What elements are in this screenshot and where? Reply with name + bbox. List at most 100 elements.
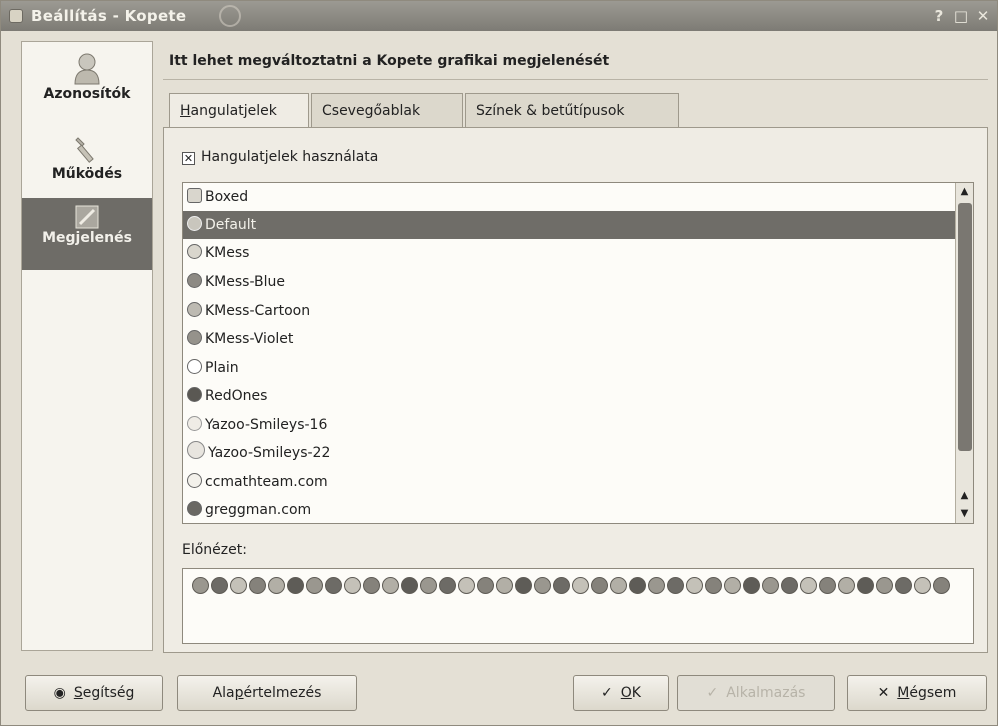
preview-emoticon-icon [401,577,418,594]
tab-chat-window[interactable]: Csevegőablak [311,93,463,127]
list-item-label: ccmathteam.com [205,474,328,490]
list-item[interactable]: KMess-Cartoon [183,297,957,325]
preview-emoticon-icon [458,577,475,594]
defaults-button[interactable]: Alapértelmezés [177,675,357,711]
preview-emoticon-icon [933,577,950,594]
tab-colors-fonts[interactable]: Színek & betűtípusok [465,93,679,127]
preview-emoticon-icon [838,577,855,594]
list-item[interactable]: KMess [183,239,957,267]
preview-emoticon-icon [553,577,570,594]
tab-label-mnemonic: H [180,103,191,119]
preview-emoticon-icon [230,577,247,594]
emoticon-icon [187,188,202,203]
cancel-button[interactable]: ✕ Mégsem [847,675,987,711]
emoticons-panel: ✕ Hangulatjelek használata Boxed Default … [163,127,988,653]
close-icon[interactable]: ✕ [973,6,993,26]
checkbox-label: angulatjelek használata [211,149,379,165]
preview-emoticon-icon [496,577,513,594]
use-emoticons-checkbox[interactable]: ✕ [182,152,195,165]
scroll-up-icon[interactable]: ▲ [956,183,973,201]
preview-emoticon-icon [705,577,722,594]
preview-emoticon-icon [192,577,209,594]
list-item-label: KMess [205,245,250,261]
preview-emoticon-icon [610,577,627,594]
button-label: égsem [909,685,957,701]
tab-emoticons[interactable]: Hangulatjelek [169,93,309,129]
wrench-icon [75,137,94,163]
sidebar-item-appearance[interactable]: Megjelenés [22,198,152,270]
preview-emoticon-icon [591,577,608,594]
apply-button[interactable]: ✓ Alkalmazás [677,675,835,711]
list-item-label: greggman.com [205,502,312,518]
x-icon: ✕ [877,685,890,701]
preview-emoticon-icon [762,577,779,594]
app-icon [9,9,23,23]
preview-emoticon-icon [800,577,817,594]
preview-emoticon-icon [306,577,323,594]
scroll-up-icon[interactable]: ▲ [956,487,973,505]
preview-label: Előnézet: [182,542,247,558]
emoticon-icon [187,416,202,431]
list-item[interactable]: Default [183,211,957,239]
list-item-label: Yazoo-Smileys-22 [208,445,331,461]
list-item[interactable]: KMess-Violet [183,325,957,353]
check-icon: ✓ [601,685,613,701]
scroll-down-icon[interactable]: ▼ [956,505,973,523]
preview-emoticon-icon [857,577,874,594]
check-icon: ✓ [706,685,719,701]
list-item[interactable]: ccmathteam.com [183,468,957,496]
preview-emoticon-icon [439,577,456,594]
list-item[interactable]: Yazoo-Smileys-22 [183,439,957,467]
use-emoticons-option[interactable]: ✕ Hangulatjelek használata [182,149,378,165]
list-scrollbar[interactable]: ▲ ▲ ▼ [955,183,973,523]
sidebar-item-behavior[interactable]: Működés [22,134,152,196]
title-bar[interactable]: Beállítás - Kopete ? □ ✕ [1,1,997,31]
list-item-label: Plain [205,360,239,376]
preview-emoticon-icon [363,577,380,594]
kopete-logo-icon [219,5,241,27]
button-label: egítség [82,685,135,701]
settings-sidebar: Azonosítók Működés Megjelenés [21,41,153,651]
ok-button[interactable]: ✓ OK [573,675,669,711]
list-item-label: Boxed [205,189,249,205]
preview-emoticon-icon [876,577,893,594]
preview-emoticon-icon [249,577,266,594]
list-item[interactable]: Plain [183,354,957,382]
list-item[interactable]: KMess-Blue [183,268,957,296]
list-item[interactable]: Yazoo-Smileys-16 [183,411,957,439]
button-label: értelmezés [243,685,322,701]
emoticon-icon [187,330,202,345]
sidebar-item-identities[interactable]: Azonosítók [22,52,152,128]
preview-emoticon-icon [648,577,665,594]
emoticon-icon [187,473,202,488]
help-button[interactable]: ◉ Segítség [25,675,163,711]
preview-emoticon-icon [686,577,703,594]
emoticon-icon [187,387,202,402]
sidebar-item-label: Működés [51,166,123,182]
tab-label: Csevegőablak [322,103,421,119]
preview-emoticon-icon [667,577,684,594]
settings-window: Beállítás - Kopete ? □ ✕ Azonosítók Műkö… [0,0,998,726]
tab-label: Színek & betűtípusok [476,103,625,119]
list-item[interactable]: Boxed [183,183,957,211]
sidebar-item-label: Megjelenés [42,230,132,246]
button-mnemonic: p [234,685,244,701]
preview-emoticon-icon [515,577,532,594]
preview-emoticon-icon [572,577,589,594]
scrollbar-thumb[interactable] [958,203,972,451]
sidebar-item-label: Azonosítók [43,86,131,102]
preview-emoticon-icon [724,577,741,594]
list-item[interactable]: greggman.com [183,496,957,523]
preview-emoticon-icon [382,577,399,594]
maximize-icon[interactable]: □ [951,6,971,26]
list-item[interactable]: RedOnes [183,382,957,410]
preview-emoticon-icon [211,577,228,594]
list-item-label: Default [205,217,257,233]
preview-emoticon-icon [477,577,494,594]
page-title: Itt lehet megváltoztatni a Kopete grafik… [169,53,610,69]
button-mnemonic: O [620,685,632,701]
emoticon-icon [187,216,202,231]
emoticon-icon [187,441,205,459]
help-window-icon[interactable]: ? [929,6,949,26]
emoticon-theme-list[interactable]: Boxed Default KMess KMess-Blue KMess-Car… [182,182,974,524]
